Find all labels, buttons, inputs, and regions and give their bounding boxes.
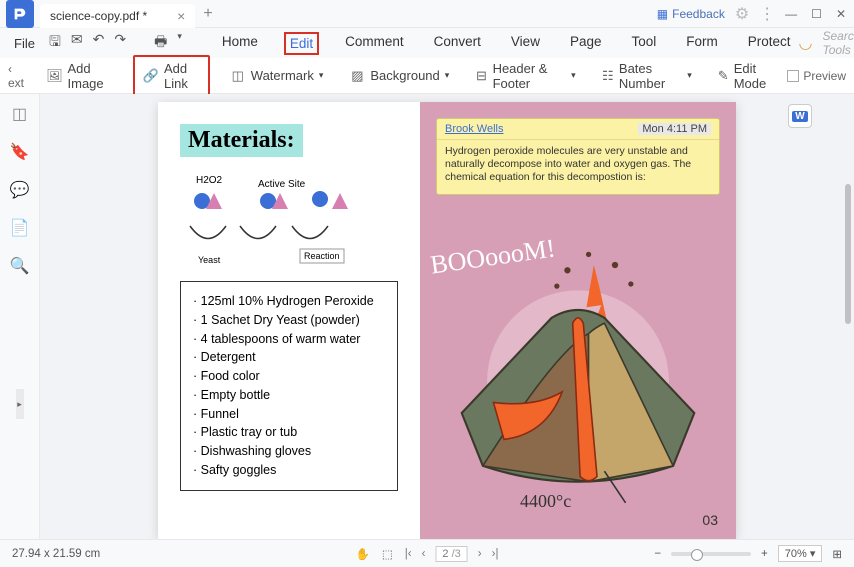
chevron-down-icon: ▾	[319, 70, 324, 81]
print-icon[interactable]: ✉	[71, 31, 83, 55]
page-right: Brook Wells Mon 4:11 PM Hydrogen peroxid…	[420, 102, 736, 539]
search-panel-icon[interactable]: 🔍	[10, 256, 30, 276]
temperature-label: 4400°c	[520, 491, 571, 512]
list-item: Funnel	[193, 405, 385, 424]
close-tab-icon[interactable]: ×	[177, 8, 185, 24]
hand-tool-icon[interactable]: ✋	[356, 547, 370, 561]
file-menu[interactable]: File	[8, 34, 41, 53]
tab-title: science-copy.pdf *	[50, 9, 147, 23]
chevron-down-icon: ▾	[571, 70, 576, 81]
image-icon: 🖼	[47, 68, 63, 84]
document-tab[interactable]: science-copy.pdf * ×	[40, 4, 195, 28]
maximize-button[interactable]: ☐	[811, 7, 822, 21]
list-item: 125ml 10% Hydrogen Peroxide	[193, 292, 385, 311]
add-image-button[interactable]: 🖼 Add Image	[41, 58, 120, 94]
background-button[interactable]: ▨ Background ▾	[343, 65, 455, 87]
vertical-scrollbar[interactable]	[844, 94, 852, 539]
add-tab-button[interactable]: +	[203, 5, 212, 23]
molecule-diagram: H2O2 Active Site Yeast Reaction	[180, 171, 398, 267]
thumbnails-icon[interactable]: ◫	[12, 104, 27, 124]
note-timestamp: Mon 4:11 PM	[638, 123, 711, 135]
expand-sidebar-button[interactable]: ▸	[16, 389, 24, 419]
sticky-note[interactable]: Brook Wells Mon 4:11 PM Hydrogen peroxid…	[436, 118, 720, 195]
page-dimensions: 27.94 x 21.59 cm	[12, 548, 100, 560]
materials-heading: Materials:	[180, 124, 303, 157]
active-site-label: Active Site	[258, 179, 306, 190]
undo-icon[interactable]: ↶	[93, 31, 105, 55]
user-icon[interactable]: ⚙	[735, 4, 749, 24]
tab-convert[interactable]: Convert	[430, 32, 485, 55]
header-footer-button[interactable]: ⊟ Header & Footer ▾	[469, 58, 581, 94]
h2o2-label: H2O2	[196, 175, 223, 186]
zoom-out-button[interactable]: −	[654, 548, 661, 560]
feedback-button[interactable]: ▦ Feedback	[657, 7, 725, 21]
tab-protect[interactable]: Protect	[744, 32, 795, 55]
tab-view[interactable]: View	[507, 32, 544, 55]
list-item: Plastic tray or tub	[193, 423, 385, 442]
bulb-icon[interactable]: ◡	[799, 33, 813, 53]
kebab-icon[interactable]: ⋮	[759, 4, 775, 24]
tab-edit[interactable]: Edit	[284, 32, 319, 55]
tab-comment[interactable]: Comment	[341, 32, 408, 55]
background-icon: ▨	[349, 68, 365, 84]
list-item: Detergent	[193, 348, 385, 367]
attachments-icon[interactable]: 📄	[10, 218, 30, 238]
note-body: Hydrogen peroxide molecules are very uns…	[437, 140, 719, 194]
list-item: Dishwashing gloves	[193, 442, 385, 461]
preview-checkbox[interactable]: Preview	[787, 69, 846, 83]
pencil-icon: ✎	[718, 68, 729, 84]
fit-page-icon[interactable]: ⊞	[832, 547, 842, 561]
tab-home[interactable]: Home	[218, 32, 262, 55]
svg-text:Reaction: Reaction	[304, 251, 340, 261]
bates-number-button[interactable]: ☷ Bates Number ▾	[596, 58, 698, 94]
page-number: 03	[702, 512, 718, 528]
list-item: Safty goggles	[193, 461, 385, 480]
page-left: Materials: H2O2 Active Site Yeast Reacti…	[158, 102, 420, 539]
add-link-button[interactable]: 🔗 Add Link	[133, 55, 210, 97]
header-footer-icon: ⊟	[475, 68, 487, 84]
word-export-badge[interactable]: W	[788, 104, 812, 128]
ext-back[interactable]: ‹ ext	[8, 62, 27, 90]
comments-icon[interactable]: 💬	[10, 180, 30, 200]
print-dropdown-icon[interactable]: ▾	[177, 31, 182, 55]
select-tool-icon[interactable]: ⬚	[382, 547, 393, 561]
svg-text:Yeast: Yeast	[198, 255, 221, 265]
redo-icon[interactable]: ↷	[114, 31, 126, 55]
edit-mode-button[interactable]: ✎ Edit Mode	[712, 58, 778, 94]
list-item: Empty bottle	[193, 386, 385, 405]
bates-icon: ☷	[602, 68, 614, 84]
chevron-down-icon: ▾	[687, 70, 692, 81]
search-tools-input[interactable]: Search Tools	[823, 29, 854, 57]
page-input[interactable]: 2 /3	[435, 546, 467, 562]
materials-list: 125ml 10% Hydrogen Peroxide 1 Sachet Dry…	[180, 281, 398, 491]
list-item: Food color	[193, 367, 385, 386]
zoom-value[interactable]: 70% ▾	[778, 545, 823, 562]
last-page-button[interactable]: ›|	[492, 548, 499, 560]
zoom-in-button[interactable]: +	[761, 548, 768, 560]
close-window-button[interactable]: ✕	[836, 7, 846, 21]
watermark-icon: ◫	[230, 68, 246, 84]
tab-page[interactable]: Page	[566, 32, 606, 55]
volcano-illustration: BOOoooM! 4400°c	[430, 232, 726, 520]
feedback-icon: ▦	[657, 7, 668, 21]
minimize-button[interactable]: —	[785, 7, 797, 21]
bookmarks-icon[interactable]: 🔖	[10, 142, 30, 162]
quick-print-icon[interactable]: 🖶	[154, 31, 167, 55]
first-page-button[interactable]: |‹	[405, 548, 412, 560]
link-icon: 🔗	[143, 68, 159, 84]
list-item: 4 tablespoons of warm water	[193, 330, 385, 349]
list-item: 1 Sachet Dry Yeast (powder)	[193, 311, 385, 330]
watermark-button[interactable]: ◫ Watermark ▾	[224, 65, 330, 87]
note-author: Brook Wells	[445, 123, 503, 135]
save-icon[interactable]: 🖫	[49, 31, 61, 55]
document-canvas[interactable]: W Materials: H2O2 Active Site Yeast	[40, 94, 854, 539]
tab-form[interactable]: Form	[682, 32, 722, 55]
chevron-down-icon: ▾	[445, 70, 450, 81]
zoom-slider[interactable]	[671, 552, 751, 556]
prev-page-button[interactable]: ‹	[422, 548, 426, 560]
app-icon	[6, 0, 34, 28]
next-page-button[interactable]: ›	[478, 548, 482, 560]
tab-tool[interactable]: Tool	[627, 32, 660, 55]
